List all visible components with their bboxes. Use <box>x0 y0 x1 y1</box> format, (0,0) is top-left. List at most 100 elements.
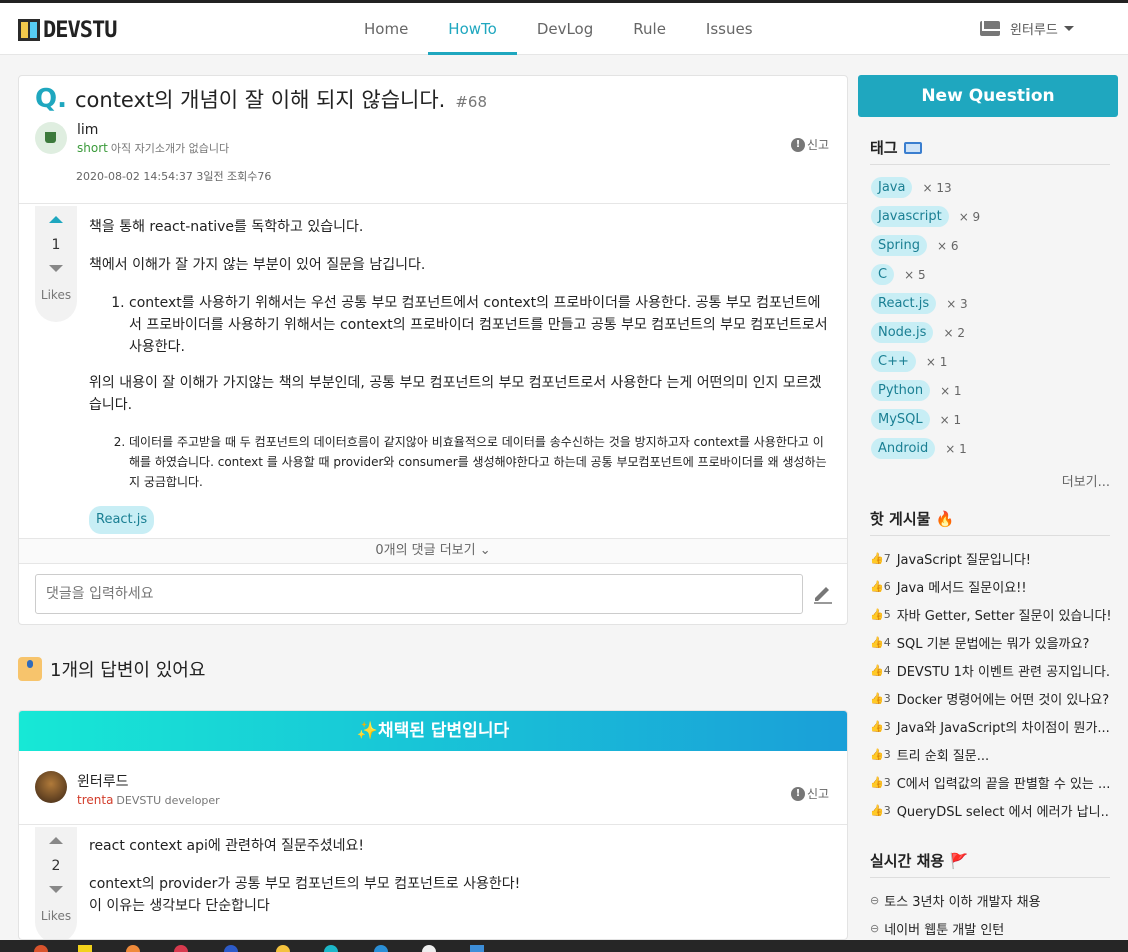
taskbar-app-icon[interactable] <box>174 945 188 952</box>
tag-chip[interactable]: Spring <box>871 235 927 256</box>
tag-count: × 13 <box>922 180 952 195</box>
avatar[interactable] <box>35 771 67 803</box>
answer-author: 윈터루드 trenta DEVSTU developer <box>35 771 220 807</box>
tag-chip[interactable]: Javascript <box>871 206 949 227</box>
tag-count: × 1 <box>939 412 962 427</box>
tag-count: × 1 <box>945 441 967 456</box>
taskbar-app-icon[interactable] <box>374 945 388 952</box>
author-name[interactable]: 윈터루드 <box>77 771 220 791</box>
nav-item-rule[interactable]: Rule <box>613 3 686 55</box>
hot-post-item[interactable]: 👍4 DEVSTU 1차 이벤트 관련 공지입니다. <box>870 656 1110 684</box>
answer-body: react context api에 관련하여 질문주셨네요! context의… <box>89 835 829 917</box>
hot-post-item[interactable]: 👍3 C에서 입력값의 끝을 판별할 수 있는 ... <box>870 768 1110 796</box>
thumbs-up-icon: 👍6 <box>870 579 891 593</box>
chevron-down-icon: ⌄ <box>479 543 491 558</box>
top-navbar: DEVSTU Home HowTo DevLog Rule Issues 윈터루… <box>0 3 1128 55</box>
nav-item-howto[interactable]: HowTo <box>428 3 517 55</box>
tag-chip[interactable]: Node.js <box>871 322 934 343</box>
comment-input[interactable] <box>35 574 803 614</box>
upvote-icon[interactable] <box>49 216 63 223</box>
tag-row: Javascript × 9 <box>871 202 1118 231</box>
taskbar <box>0 940 1128 952</box>
hot-post-item[interactable]: 👍3 Docker 명령어에는 어떤 것이 있나요? <box>870 684 1110 712</box>
nav-item-home[interactable]: Home <box>344 3 428 55</box>
report-label: 신고 <box>807 787 830 801</box>
nav-item-issues[interactable]: Issues <box>686 3 773 55</box>
hot-post-likes: 3 <box>883 691 891 705</box>
link-icon: ⊖ <box>870 921 880 935</box>
hot-post-item[interactable]: 👍4 SQL 기본 문법에는 뭐가 있을까요? <box>870 628 1110 656</box>
thumbs-up-icon: 👍3 <box>870 775 891 789</box>
hot-post-item[interactable]: 👍3 Java와 JavaScript의 차이점이 뭔가... <box>870 712 1110 740</box>
hot-posts-list: 👍7 JavaScript 질문입니다! 👍6 Java 메서드 질문이요!! 👍5 자바… <box>858 544 1118 824</box>
report-button[interactable]: ! 신고 <box>791 785 829 802</box>
new-question-button[interactable]: New Question <box>858 75 1118 117</box>
author-grade: trenta <box>77 793 114 807</box>
chevron-down-icon[interactable] <box>1063 26 1074 31</box>
report-label: 신고 <box>807 138 830 152</box>
question-title: context의 개념이 잘 이해 되지 않습니다. <box>74 88 446 112</box>
tag-count: × 3 <box>946 296 968 311</box>
taskbar-app-icon[interactable] <box>324 945 338 952</box>
taskbar-app-icon[interactable] <box>126 945 140 952</box>
hot-post-likes: 6 <box>883 579 891 593</box>
tags-more-link[interactable]: 더보기... <box>858 471 1110 490</box>
mail-icon[interactable] <box>980 21 1000 36</box>
taskbar-app-icon[interactable] <box>34 945 48 952</box>
comments-more-button[interactable]: 0개의 댓글 더보기 ⌄ <box>19 538 847 564</box>
thumbs-up-icon: 👍4 <box>870 635 891 649</box>
taskbar-app-icon[interactable] <box>224 945 238 952</box>
job-item[interactable]: ⊖ 토스 3년차 이하 개발자 채용 <box>870 886 1118 914</box>
tag-row: Spring × 6 <box>871 231 1118 260</box>
hot-post-likes: 3 <box>883 775 891 789</box>
nav-item-devlog[interactable]: DevLog <box>517 3 613 55</box>
hot-post-likes: 3 <box>883 747 891 761</box>
taskbar-app-icon[interactable] <box>470 945 484 952</box>
answers-count-heading: 1개의 답변이 있어요 <box>18 656 205 682</box>
tag-chip[interactable]: Python <box>871 380 931 401</box>
question-tag[interactable]: React.js <box>89 506 155 534</box>
thumbs-up-icon: 👍7 <box>870 551 891 565</box>
taskbar-app-icon[interactable] <box>78 945 92 952</box>
downvote-icon[interactable] <box>49 265 63 272</box>
tag-row: Android × 1 <box>871 434 1118 463</box>
author-name[interactable]: lim <box>77 122 229 138</box>
user-name[interactable]: 윈터루드 <box>1010 19 1058 38</box>
question-vote: 1 Likes <box>35 206 77 322</box>
report-button[interactable]: ! 신고 <box>791 136 829 153</box>
hot-post-likes: 4 <box>883 663 891 677</box>
pencil-icon[interactable] <box>811 580 835 604</box>
thumbs-up-icon: 👍5 <box>870 607 891 621</box>
thumbs-up-icon: 👍3 <box>870 747 891 761</box>
question-body: 책을 통해 react-native를 독학하고 있습니다. 책에서 이해가 잘… <box>89 216 829 534</box>
body-list-item: 데이터를 주고받을 때 두 컴포넌트의 데이터흐름이 같지않아 비효율적으로 데… <box>129 432 829 492</box>
tag-row: React.js × 3 <box>871 289 1118 318</box>
hot-post-title: Java 메서드 질문이요!! <box>896 580 1027 596</box>
job-item[interactable]: ⊖ 네이버 웹툰 개발 인턴 <box>870 914 1118 942</box>
body-paragraph: 책을 통해 react-native를 독학하고 있습니다. <box>89 219 364 235</box>
downvote-icon[interactable] <box>49 886 63 893</box>
tag-chip[interactable]: Java <box>871 177 913 198</box>
tag-chip[interactable]: Android <box>871 438 936 459</box>
taskbar-app-icon[interactable] <box>276 945 290 952</box>
tag-row: C × 5 <box>871 260 1118 289</box>
question-number: #68 <box>455 93 488 111</box>
hot-post-item[interactable]: 👍7 JavaScript 질문입니다! <box>870 544 1110 572</box>
hot-post-title: SQL 기본 문법에는 뭐가 있을까요? <box>896 636 1090 652</box>
upvote-icon[interactable] <box>49 837 63 844</box>
answers-count-label: 1개의 답변이 있어요 <box>50 660 206 681</box>
tag-chip[interactable]: React.js <box>871 293 937 314</box>
question-author: lim short 아직 자기소개가 없습니다 <box>35 122 229 156</box>
tag-chip[interactable]: C++ <box>871 351 916 372</box>
author-bio: DEVSTU developer <box>116 794 220 807</box>
avatar[interactable] <box>35 122 67 154</box>
hot-post-item[interactable]: 👍3 트리 순회 질문... <box>870 740 1110 768</box>
hot-post-item[interactable]: 👍3 QueryDSL select 에서 에러가 납니... <box>870 796 1110 824</box>
taskbar-app-icon[interactable] <box>422 945 436 952</box>
tag-chip[interactable]: C <box>871 264 895 285</box>
logo[interactable]: DEVSTU <box>18 17 117 43</box>
hot-post-item[interactable]: 👍5 자바 Getter, Setter 질문이 있습니다! <box>870 600 1110 628</box>
user-menu[interactable]: 윈터루드 <box>980 19 1074 38</box>
hot-post-item[interactable]: 👍6 Java 메서드 질문이요!! <box>870 572 1110 600</box>
tag-chip[interactable]: MySQL <box>871 409 930 430</box>
